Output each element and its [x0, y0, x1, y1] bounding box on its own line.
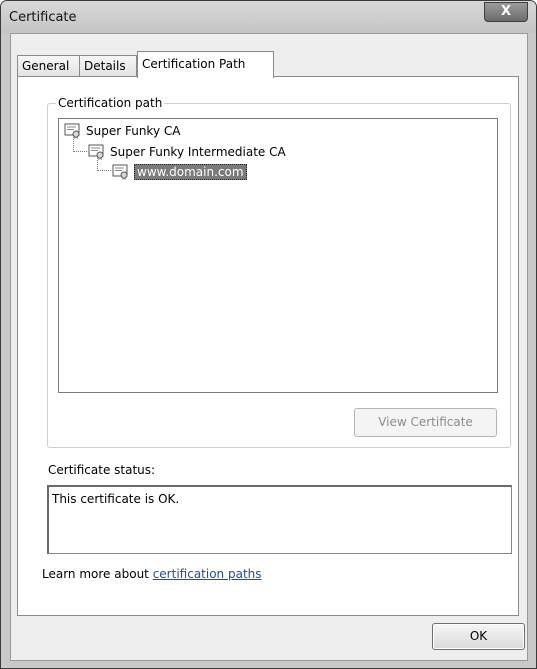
learn-more-text: Learn more about certification paths	[42, 567, 262, 581]
view-certificate-label: View Certificate	[378, 415, 473, 429]
tree-item-label: Super Funky CA	[86, 124, 181, 138]
tree-item-domain[interactable]: www.domain.com	[112, 163, 247, 181]
tab-certification-path[interactable]: Certification Path	[137, 51, 274, 78]
view-certificate-button[interactable]: View Certificate	[354, 408, 497, 437]
tab-general-label: General	[22, 59, 70, 73]
learn-more-prefix: Learn more about	[42, 567, 153, 581]
certificate-icon	[88, 144, 104, 160]
tab-panel: Certification path Super Funky CA Super …	[17, 76, 519, 616]
window-title: Certificate	[9, 10, 77, 25]
tab-certification-path-label: Certification Path	[142, 57, 246, 71]
tree-item-label-selected: www.domain.com	[134, 164, 247, 180]
ok-button[interactable]: OK	[432, 623, 525, 650]
tab-details[interactable]: Details	[79, 55, 137, 77]
ok-button-label: OK	[469, 629, 488, 643]
certification-path-group: Certification path Super Funky CA Super …	[47, 96, 511, 448]
tree-item-intermediate-ca[interactable]: Super Funky Intermediate CA	[88, 143, 286, 161]
certification-paths-link[interactable]: certification paths	[153, 567, 262, 581]
certificate-icon	[112, 164, 128, 180]
certification-path-tree[interactable]: Super Funky CA Super Funky Intermediate …	[58, 118, 498, 393]
certificate-status-text: This certificate is OK.	[52, 492, 180, 506]
certificate-status-box[interactable]: This certificate is OK.	[47, 485, 512, 554]
title-bar: Certificate X	[1, 1, 536, 33]
tree-item-root-ca[interactable]: Super Funky CA	[64, 122, 180, 140]
certificate-status-label: Certificate status:	[48, 463, 156, 477]
tab-general[interactable]: General	[17, 55, 80, 77]
certificate-icon	[64, 123, 80, 139]
tab-details-label: Details	[84, 59, 126, 73]
group-legend: Certification path	[56, 96, 165, 110]
tree-item-label: Super Funky Intermediate CA	[110, 145, 286, 159]
close-icon: X	[500, 4, 512, 19]
close-button[interactable]: X	[484, 2, 528, 22]
